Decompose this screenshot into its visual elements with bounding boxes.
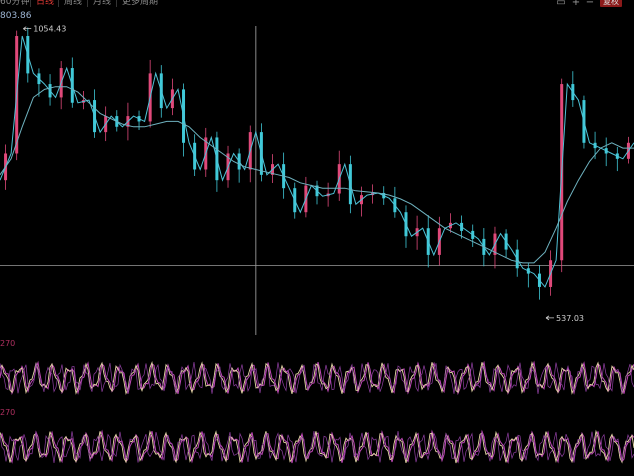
series-line-close <box>0 35 634 288</box>
indicator-label-1: 270 <box>0 339 16 348</box>
low-value-label: 537.03 <box>556 314 584 323</box>
indicator-label-2: 270 <box>0 408 16 417</box>
indicator-line-slow <box>0 429 634 464</box>
high-marker-arrow <box>23 26 32 31</box>
stock-chart[interactable]: 1054.43 537.03 <box>0 0 634 476</box>
low-marker-arrow <box>545 315 555 321</box>
high-value-label: 1054.43 <box>33 25 66 34</box>
annotation-group: 1054.43 537.03 <box>23 25 584 323</box>
indicator-panels <box>0 360 634 464</box>
candlestick-group <box>4 27 630 300</box>
